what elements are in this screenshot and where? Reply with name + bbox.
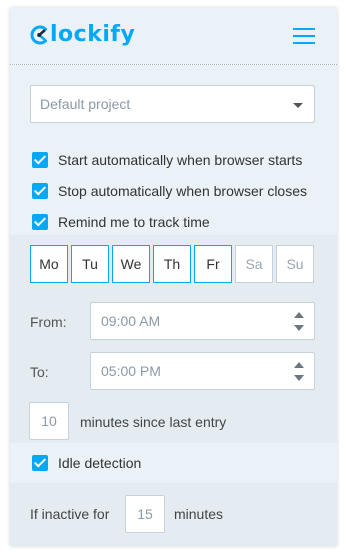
from-time-value: 09:00 AM — [101, 313, 161, 329]
from-time-input[interactable]: 09:00 AM — [90, 302, 315, 340]
weekday-selector: Mo Tu We Th Fr Sa Su — [30, 245, 314, 283]
time-spinner-icon[interactable] — [294, 362, 304, 382]
to-time-value: 05:00 PM — [101, 363, 161, 379]
to-label: To: — [30, 364, 49, 380]
day-toggle-fr[interactable]: Fr — [194, 245, 232, 283]
checkbox-checked-icon[interactable] — [32, 214, 48, 230]
hamburger-menu-icon[interactable] — [293, 25, 317, 47]
inactive-suffix-label: minutes — [174, 506, 224, 522]
option-stop-automatically[interactable]: Stop automatically when browser closes — [32, 181, 307, 201]
day-toggle-th[interactable]: Th — [153, 245, 191, 283]
default-project-select[interactable]: Default project — [30, 85, 315, 123]
option-label: Start automatically when browser starts — [58, 152, 303, 168]
chevron-down-icon — [293, 103, 303, 108]
idle-detection-label: Idle detection — [58, 455, 142, 471]
minutes-since-entry-input[interactable]: 10 — [29, 402, 69, 440]
day-toggle-mo[interactable]: Mo — [30, 245, 68, 283]
checkbox-checked-icon[interactable] — [32, 152, 48, 168]
option-label: Stop automatically when browser closes — [58, 183, 308, 199]
day-toggle-we[interactable]: We — [112, 245, 150, 283]
reminder-schedule-section: Mo Tu We Th Fr Sa Su From: 09:00 AM To: … — [10, 235, 337, 443]
time-spinner-icon[interactable] — [294, 312, 304, 332]
day-toggle-tu[interactable]: Tu — [71, 245, 109, 283]
checkbox-checked-icon[interactable] — [32, 183, 48, 199]
default-project-value: Default project — [40, 96, 131, 112]
option-remind-me[interactable]: Remind me to track time — [32, 212, 210, 232]
clockify-logo: lockify — [30, 20, 135, 50]
day-toggle-su[interactable]: Su — [276, 245, 314, 283]
logo-text: lockify — [50, 22, 136, 47]
general-options-section: Default project Start automatically when… — [10, 65, 337, 235]
to-time-input[interactable]: 05:00 PM — [90, 352, 315, 390]
header: lockify — [10, 8, 337, 64]
option-label: Remind me to track time — [58, 214, 210, 230]
inactive-minutes-input[interactable]: 15 — [125, 495, 165, 533]
clockify-logo-mark-icon — [30, 25, 47, 45]
from-label: From: — [30, 314, 67, 330]
day-toggle-sa[interactable]: Sa — [235, 245, 273, 283]
inactive-prefix-label: If inactive for — [30, 506, 110, 522]
settings-panel: lockify Default project Start automatica… — [10, 8, 337, 546]
option-start-automatically[interactable]: Start automatically when browser starts — [32, 150, 302, 170]
option-idle-detection[interactable]: Idle detection — [32, 453, 141, 473]
idle-detection-section: Idle detection — [10, 443, 337, 483]
inactive-threshold-section: If inactive for 15 minutes — [10, 483, 337, 546]
minutes-since-entry-label: minutes since last entry — [80, 414, 227, 430]
checkbox-checked-icon[interactable] — [32, 455, 48, 471]
